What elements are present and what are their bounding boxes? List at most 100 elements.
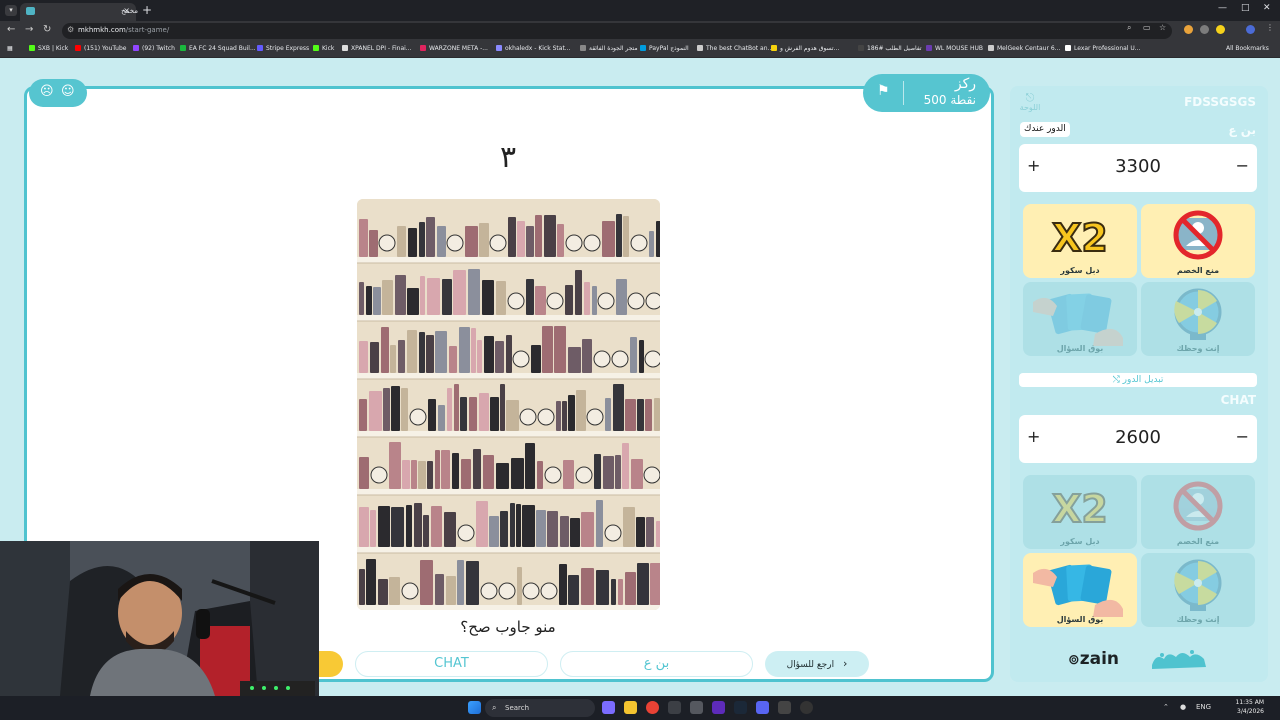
microphone-icon[interactable]: ● — [1180, 703, 1186, 711]
app-icon[interactable] — [778, 701, 791, 714]
bookmark[interactable]: (151) YouTube — [75, 45, 126, 52]
extension-icon[interactable] — [1184, 25, 1193, 34]
powerup-block-opponent[interactable]: منع الخصم — [1141, 475, 1255, 549]
bookmark[interactable]: تفاصيل الطلب #186 — [858, 45, 922, 52]
bookmark[interactable]: The best ChatBot an... — [697, 45, 773, 52]
powerup-luck-wheel[interactable]: إنت وحظك — [1141, 282, 1255, 356]
tab-search-button[interactable]: ▾ — [5, 5, 17, 16]
copilot-icon[interactable] — [602, 701, 615, 714]
bookmark[interactable]: تسوق هدوم الفرش و... — [771, 45, 839, 52]
all-bookmarks[interactable]: All Bookmarks — [1226, 45, 1269, 52]
increase-score-button[interactable]: + — [1027, 427, 1040, 446]
taskbar-search[interactable]: ⌕ Search — [485, 699, 595, 717]
bookmark[interactable]: Stripe Express — [257, 45, 309, 52]
chrome-icon[interactable] — [646, 701, 659, 714]
powerup-steal-question[interactable]: بوق السؤال — [1023, 553, 1137, 627]
zoom-icon[interactable]: ⌕ — [1127, 23, 1131, 33]
bookmark-icon — [697, 45, 703, 51]
forward-arrow-icon[interactable]: → — [25, 24, 33, 35]
book-spine — [510, 503, 515, 547]
book-spine — [428, 399, 436, 431]
happy-face-icon[interactable]: ☺ — [61, 84, 75, 99]
bookmark[interactable]: متجر الجودة الفائقة — [580, 45, 638, 52]
shelf-ornament — [583, 234, 601, 252]
bookmark[interactable]: WL MOUSE HUB — [926, 45, 983, 52]
app-icon[interactable] — [690, 701, 703, 714]
start-windows-icon[interactable] — [468, 701, 481, 714]
file-explorer-icon[interactable] — [624, 701, 637, 714]
bookmark[interactable]: EA FC 24 Squad Buil... — [180, 45, 256, 52]
close-window-button[interactable]: ✕ — [1263, 3, 1271, 13]
tray-chevron-icon[interactable]: ⌃ — [1163, 703, 1169, 711]
answer-team-chat-button[interactable]: CHAT — [355, 651, 548, 677]
book-spine — [611, 579, 616, 605]
app-icon[interactable] — [668, 701, 681, 714]
book-spine — [592, 286, 597, 315]
bookmark[interactable]: (92) Twitch — [133, 45, 175, 52]
bookmark[interactable]: Kick — [313, 45, 334, 52]
divider — [903, 81, 904, 105]
os-taskbar: ⌕ Search ⌃ ● ENG 11:35 AM 3/4/2026 — [0, 696, 1280, 720]
shelf-ornament — [512, 350, 530, 368]
sad-face-icon[interactable]: ☹ — [40, 84, 54, 99]
active-tab[interactable]: مخمخ × — [20, 3, 138, 21]
browser-toolbar: ← → ↻ ⚙ mkhmkh.com/start-game/ ⌕ ▭ ☆ ⋮ — [0, 21, 1280, 41]
shelf-ornament — [540, 582, 558, 600]
decrease-score-button[interactable]: − — [1236, 156, 1249, 175]
close-tab-icon[interactable]: × — [123, 6, 130, 15]
book-spine — [395, 275, 406, 315]
book-spine — [382, 280, 393, 315]
powerup-double-score[interactable]: X2 دبل سكور — [1023, 475, 1137, 549]
address-bar[interactable]: ⚙ mkhmkh.com/start-game/ — [62, 23, 1172, 39]
maximize-button[interactable]: □ — [1241, 3, 1250, 13]
powerup-block-opponent[interactable]: منع الخصم — [1141, 204, 1255, 278]
bookmark-icon — [580, 45, 586, 51]
profile-avatar[interactable] — [1246, 25, 1255, 34]
bookmark[interactable]: XPANEL DPI - Finai... — [342, 45, 412, 52]
language-indicator[interactable]: ENG — [1196, 703, 1211, 711]
book-spine — [559, 564, 567, 605]
bookmark[interactable]: PayPal النموذج — [640, 45, 689, 52]
extension-icon[interactable] — [1200, 25, 1209, 34]
site-info-icon[interactable]: ⚙ — [67, 25, 74, 34]
powerup-label: بوق السؤال — [1056, 615, 1104, 624]
powerup-steal-question[interactable]: بوق السؤال — [1023, 282, 1137, 356]
answer-button-partial[interactable] — [318, 651, 343, 677]
bookmark[interactable]: SXB | Kick — [29, 45, 68, 52]
decrease-score-button[interactable]: − — [1236, 427, 1249, 446]
bookmarks-bar: ▦ SXB | Kick (151) YouTube (92) Twitch E… — [0, 41, 1280, 58]
new-tab-button[interactable]: + — [142, 3, 152, 17]
clock-date: 3/4/2026 — [1237, 708, 1264, 715]
obs-icon[interactable] — [800, 701, 813, 714]
apps-icon[interactable]: ▦ — [7, 45, 13, 52]
flag-icon[interactable]: ⚑ — [877, 83, 890, 99]
back-arrow-icon[interactable]: ← — [7, 24, 15, 35]
bookmark[interactable]: MelGeek Centaur 6... — [988, 45, 1060, 52]
back-to-question-button[interactable]: ارجع للسؤال › — [765, 651, 869, 677]
answer-team-ben-button[interactable]: بن ع — [560, 651, 753, 677]
book-spine — [625, 399, 636, 431]
reload-icon[interactable]: ↻ — [43, 24, 51, 35]
extension-icon[interactable] — [1216, 25, 1225, 34]
bookmark[interactable]: Lexar Professional U... — [1065, 45, 1141, 52]
powerup-luck-wheel[interactable]: إنت وحظك — [1141, 553, 1255, 627]
menu-kebab-icon[interactable]: ⋮ — [1266, 23, 1274, 32]
zain-logo-text: zain — [1079, 649, 1120, 669]
increase-score-button[interactable]: + — [1027, 156, 1040, 175]
minimize-button[interactable]: — — [1218, 3, 1227, 13]
bookmark-star-icon[interactable]: ☆ — [1159, 23, 1166, 32]
bookmark[interactable]: okhaledx - Kick Stat... — [496, 45, 571, 52]
board-link[interactable]: ⎋ اللوحة — [1018, 92, 1042, 112]
discord-icon[interactable] — [756, 701, 769, 714]
powerup-double-score[interactable]: X2 دبل سكور — [1023, 204, 1137, 278]
book-spine — [649, 231, 654, 257]
book-spine — [535, 286, 546, 315]
scoreboard-panel: ⎋ اللوحة FDSSGSGS بن ع الدور عندك + 3300… — [1010, 86, 1268, 682]
taskbar-clock[interactable]: 11:35 AM 3/4/2026 — [1216, 698, 1264, 716]
switch-turn-button[interactable]: ⤭ تبديل الدور — [1019, 373, 1257, 387]
steam-icon[interactable] — [734, 701, 747, 714]
book-spine — [468, 269, 480, 315]
app-icon[interactable] — [712, 701, 725, 714]
bookmark[interactable]: WARZONE META -... — [420, 45, 488, 52]
cast-icon[interactable]: ▭ — [1143, 23, 1151, 32]
